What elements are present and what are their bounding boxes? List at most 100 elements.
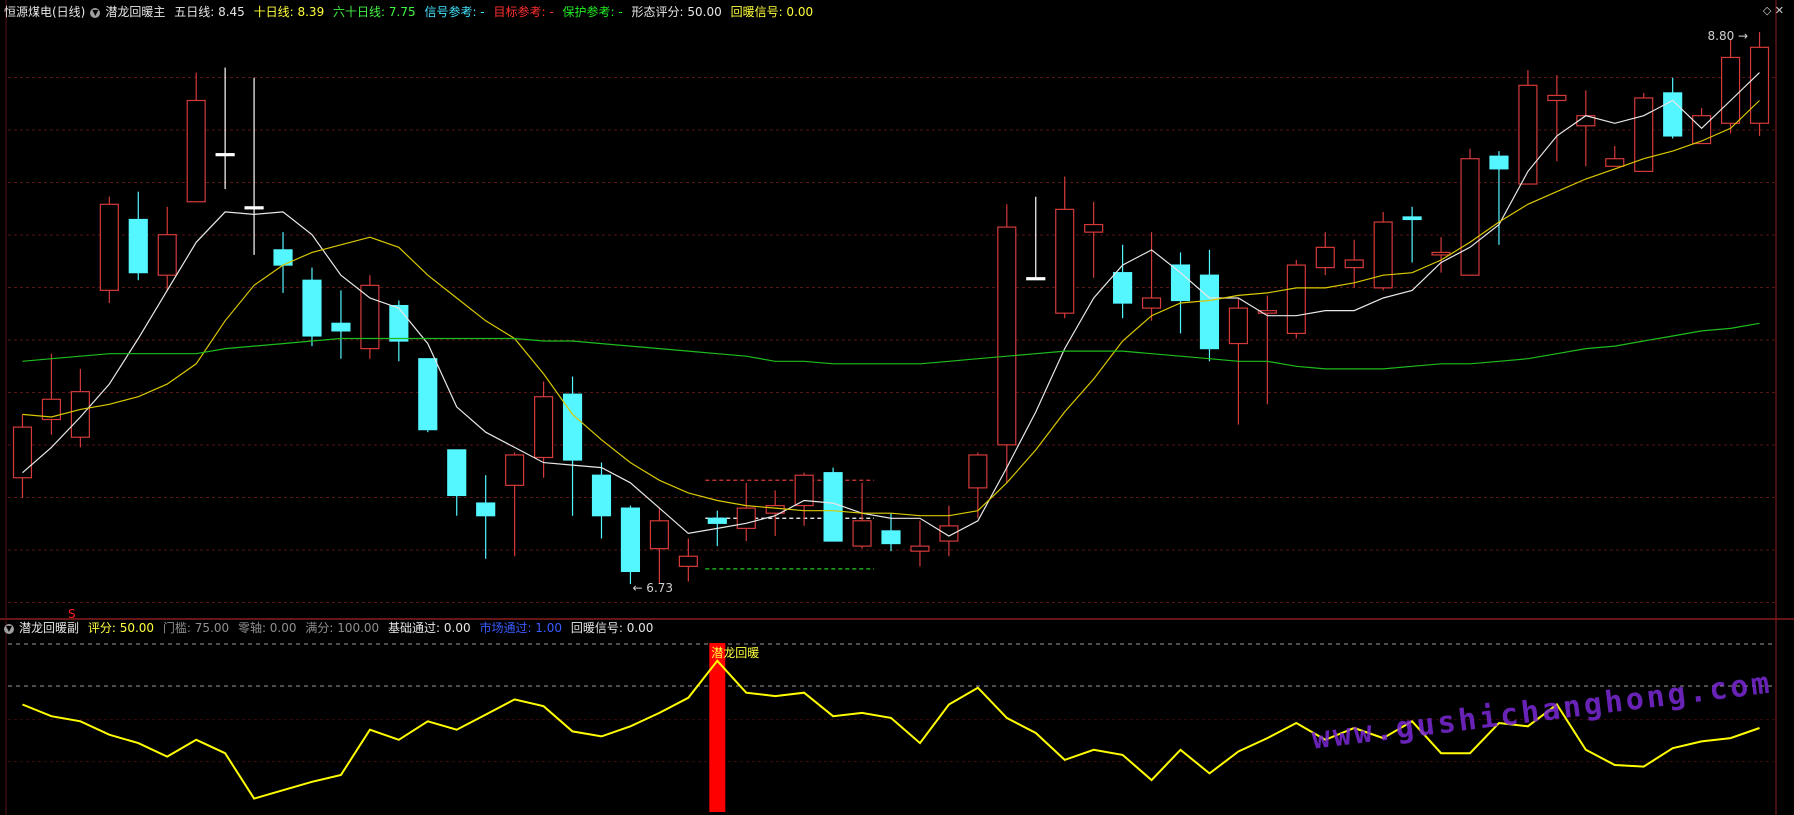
candle: [41, 353, 62, 435]
candle: [910, 520, 930, 567]
candle: [1634, 92, 1654, 172]
candle-body: [157, 234, 177, 276]
recover-signal-sub: 回暖信号: 0.00: [570, 621, 654, 635]
candle-body: [70, 391, 90, 438]
candle-body: [881, 530, 901, 545]
candle-body: [186, 99, 206, 203]
main-indicator-name[interactable]: 潜龙回暖主: [105, 5, 165, 19]
ma5-line: [22, 72, 1760, 537]
candle: [302, 267, 322, 347]
threshold-value: 门槛: 75.00: [162, 621, 230, 635]
candle: [157, 206, 177, 291]
diamond-icon[interactable]: ◇ ✕: [1763, 4, 1784, 17]
candle: [331, 290, 351, 359]
candle: [12, 414, 33, 498]
candle-body: [1663, 92, 1683, 137]
candle: [389, 300, 409, 362]
candle-body: [1228, 307, 1248, 345]
low-price-label: ← 6.73: [632, 581, 673, 595]
candle-body: [1749, 46, 1770, 124]
candle-body: [128, 218, 148, 274]
candle-body: [12, 426, 33, 479]
candle-body: [1055, 208, 1075, 314]
candle: [1605, 146, 1625, 167]
candle: [447, 449, 467, 516]
high-price-label: 8.80 →: [1708, 29, 1749, 43]
candle-body: [997, 226, 1017, 446]
zero-axis-value: 零轴: 0.00: [237, 621, 297, 635]
main-indicator-header: 恒源煤电(日线) ▼ 潜龙回暖主 五日线: 8.45 十日线: 8.39 六十日线:…: [4, 2, 818, 22]
signal-label: 潜龙回暖: [711, 646, 759, 660]
candle-body: [823, 472, 843, 542]
candle: [736, 482, 756, 542]
candle-body: [99, 203, 119, 291]
candle-body: [910, 545, 930, 552]
kline-chart[interactable]: 8.80 →← 6.73S潜龙回暖: [0, 0, 1794, 815]
ma10-value: 十日线: 8.39: [253, 5, 325, 19]
candle-body: [620, 507, 641, 573]
candle: [99, 196, 119, 304]
candle-body: [1605, 158, 1625, 167]
candle: [1489, 151, 1509, 245]
candle-body: [852, 520, 872, 547]
candle-body: [331, 322, 351, 332]
candle: [1055, 176, 1075, 319]
candle-body: [1141, 297, 1162, 309]
candle: [1199, 249, 1220, 362]
candle-body: [447, 449, 467, 497]
collapse-icon[interactable]: ▼: [90, 7, 101, 18]
candle: [997, 204, 1017, 483]
candle: [1663, 77, 1683, 139]
candle: [620, 505, 641, 585]
candle-body: [1720, 56, 1741, 124]
candle-body: [302, 279, 322, 337]
candle-body: [1113, 272, 1133, 304]
candle: [244, 77, 264, 255]
stock-title: 恒源煤电(日线): [4, 5, 86, 19]
candle: [1460, 148, 1480, 276]
candle: [1373, 211, 1393, 291]
ma60-line: [22, 322, 1760, 370]
candle-body: [736, 507, 756, 529]
candle-body: [418, 358, 438, 431]
candle: [1170, 252, 1191, 334]
ma60-value: 六十日线: 7.75: [333, 5, 416, 19]
candle-body: [1026, 277, 1046, 281]
candle: [939, 505, 959, 557]
candle: [562, 376, 583, 516]
candle-body: [707, 517, 727, 524]
candle-body: [505, 454, 525, 486]
candle-body: [1402, 216, 1422, 221]
recover-signal-main: 回暖信号: 0.00: [730, 5, 814, 19]
candle: [186, 72, 206, 203]
candle-body: [591, 474, 612, 517]
base-pass-value: 基础通过: 0.00: [388, 621, 471, 635]
candle-body: [1344, 259, 1364, 269]
candle-body: [1489, 155, 1509, 170]
pattern-score: 形态评分: 50.00: [631, 5, 722, 19]
sub-indicator-name[interactable]: 潜龙回暖副: [19, 621, 79, 635]
candle: [418, 358, 438, 433]
candle-body: [1460, 158, 1480, 276]
candle: [1720, 39, 1741, 134]
candle-body: [1518, 84, 1538, 185]
candle: [505, 452, 525, 557]
signal-ref: 信号参考: -: [424, 5, 485, 19]
candle: [1286, 260, 1306, 339]
collapse-icon[interactable]: ▼: [4, 623, 14, 634]
full-score-value: 满分: 100.00: [305, 621, 380, 635]
candle: [1431, 237, 1451, 273]
candle: [215, 67, 235, 190]
candle: [1547, 75, 1567, 162]
candle: [1576, 90, 1596, 167]
candle-body: [1084, 223, 1104, 233]
candle: [1113, 244, 1133, 319]
target-ref: 目标参考: -: [493, 5, 554, 19]
candle: [476, 475, 496, 559]
candle: [823, 467, 843, 542]
candle: [1141, 232, 1162, 321]
candle-body: [1692, 115, 1712, 145]
candle-body: [1199, 274, 1220, 350]
candle: [1084, 201, 1104, 278]
candle-body: [215, 153, 235, 157]
